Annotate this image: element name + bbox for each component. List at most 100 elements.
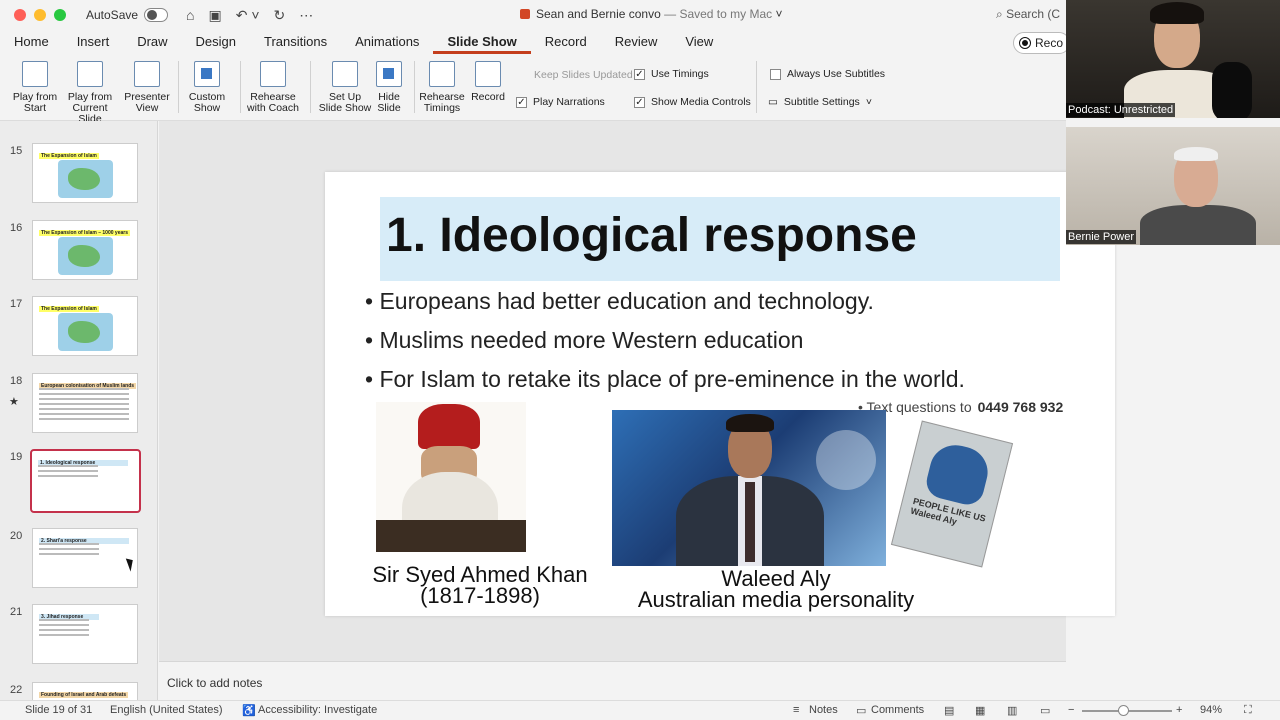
slide-thumbnail[interactable]: 3. Jihad response [32, 604, 138, 664]
thumbnail-title: The Expansion of Islam [39, 306, 99, 312]
slide-thumbnail-selected[interactable]: 1. Ideological response [30, 449, 141, 513]
slide-thumbnail[interactable]: The Expansion of Islam – 1000 years [32, 220, 138, 280]
presenter-view-label: Presenter View [124, 91, 170, 114]
slide-show-icon[interactable]: ▭ [1040, 704, 1050, 717]
tab-transitions[interactable]: Transitions [250, 30, 341, 54]
slide-number: 19 [10, 451, 23, 463]
rehearse-with-coach-label: Rehearse with Coach [247, 91, 299, 114]
notes-pane[interactable]: Click to add notes [159, 661, 1066, 700]
slide-sorter-icon[interactable]: ▦ [975, 704, 985, 717]
text-lines [39, 543, 99, 558]
bullet-item: • For Islam to retake its place of pre-e… [365, 366, 965, 392]
portrait-image-syed-ahmed-khan[interactable] [376, 402, 526, 552]
tab-insert[interactable]: Insert [63, 30, 124, 54]
coach-icon [260, 61, 286, 87]
undo-icon[interactable]: ↶ ˅ [236, 7, 260, 24]
zoom-out-icon[interactable]: − [1068, 704, 1074, 716]
comments-toggle[interactable]: Comments [871, 704, 924, 716]
notes-toggle[interactable]: Notes [809, 704, 838, 716]
quick-access-toolbar: ⌂ ▣ ↶ ˅ ↻ ⋯ [186, 7, 313, 24]
more-icon[interactable]: ⋯ [299, 7, 313, 24]
set-up-slide-show-button[interactable]: Set Up Slide Show [318, 61, 372, 114]
play-narrations-checkbox[interactable]: ✓ Play Narrations [516, 96, 605, 108]
reading-view-icon[interactable]: ▥ [1007, 704, 1017, 717]
autosave-label: AutoSave [86, 8, 139, 22]
tie-shape [745, 482, 755, 562]
slide-thumbnail[interactable]: The Expansion of Islam [32, 296, 138, 356]
close-window-button[interactable] [14, 9, 26, 21]
tab-animations[interactable]: Animations [341, 30, 433, 54]
hair-shape [1174, 147, 1218, 161]
checkmark-icon: ✓ [634, 96, 645, 108]
document-title[interactable]: Sean and Bernie convo — Saved to my Mac … [520, 7, 783, 21]
play-from-current-label: Play from Current Slide [67, 91, 113, 125]
tab-slide-show[interactable]: Slide Show [433, 30, 531, 54]
tab-draw[interactable]: Draw [123, 30, 181, 54]
bullet-list[interactable]: • Europeans had better education and tec… [365, 286, 1105, 403]
photo-waleed-aly[interactable] [612, 410, 886, 566]
zoom-in-icon[interactable]: + [1176, 704, 1182, 716]
presenter-icon [134, 61, 160, 87]
rehearse-timings-button[interactable]: Rehearse Timings [418, 61, 466, 114]
home-icon[interactable]: ⌂ [186, 7, 194, 24]
search-box[interactable]: ⌕ Search (C [996, 7, 1060, 22]
current-slide[interactable]: 1. Ideological response • Europeans had … [325, 172, 1115, 616]
autosave-control[interactable]: AutoSave [86, 8, 169, 22]
zoom-window-button[interactable] [54, 9, 66, 21]
zoom-slider-knob[interactable] [1118, 705, 1129, 716]
tab-home[interactable]: Home [0, 30, 63, 54]
record-ribbon-button[interactable]: Record [468, 61, 508, 103]
book-cover-text: PEOPLE LIKE US Waleed Aly [909, 495, 987, 527]
autosave-toggle[interactable] [144, 8, 169, 22]
slide-title[interactable]: 1. Ideological response [386, 208, 917, 263]
keep-slides-updated-checkbox: Keep Slides Updated [534, 69, 633, 81]
normal-view-icon[interactable]: ▤ [944, 704, 954, 717]
tab-design[interactable]: Design [182, 30, 250, 54]
play-from-current-button[interactable]: Play from Current Slide [60, 61, 120, 125]
presenter-view-button[interactable]: Presenter View [122, 61, 172, 114]
subtitle-settings-dropdown[interactable]: ▭ Subtitle Settings ˅ [768, 96, 872, 108]
map-image [58, 237, 113, 275]
tab-view[interactable]: View [671, 30, 727, 54]
book-cover-image[interactable]: PEOPLE LIKE US Waleed Aly [890, 420, 1014, 568]
participant-label: Podcast: Unrestricted [1066, 103, 1176, 117]
slide-thumbnail[interactable]: 2. Shari'a response [32, 528, 138, 588]
record-button[interactable]: Reco [1013, 32, 1071, 54]
language-indicator[interactable]: English (United States) [110, 704, 223, 716]
always-use-subtitles-checkbox[interactable]: Always Use Subtitles [770, 68, 885, 80]
minimize-window-button[interactable] [34, 9, 46, 21]
tab-review[interactable]: Review [601, 30, 672, 54]
video-tile-bernie: Bernie Power [1066, 127, 1280, 245]
slide-thumbnail[interactable]: The Expansion of Islam [32, 143, 138, 203]
play-from-start-label: Play from Start [12, 91, 58, 114]
participant-label: Bernie Power [1066, 230, 1137, 244]
video-tile-podcast: Podcast: Unrestricted [1066, 0, 1280, 118]
hide-slide-icon [376, 61, 402, 87]
show-media-controls-checkbox[interactable]: ✓ Show Media Controls [634, 96, 751, 108]
slide-thumbnail-pane[interactable]: 15 The Expansion of Islam 16 The Expansi… [0, 121, 158, 700]
bullet-item: • Europeans had better education and tec… [365, 288, 874, 314]
save-icon[interactable]: ▣ [209, 7, 222, 24]
redo-icon[interactable]: ↻ [274, 7, 286, 24]
hide-slide-button[interactable]: Hide Slide [372, 61, 406, 114]
rehearse-with-coach-button[interactable]: Rehearse with Coach [244, 61, 302, 114]
slide-thumbnail[interactable]: European colonisation of Muslim lands [32, 373, 138, 433]
custom-show-button[interactable]: Custom Show [184, 61, 230, 114]
use-timings-checkbox[interactable]: ✓ Use Timings [634, 68, 709, 80]
play-from-start-button[interactable]: Play from Start [10, 61, 60, 114]
rehearse-timings-label: Rehearse Timings [419, 91, 465, 114]
search-icon: ⌕ [996, 7, 1003, 21]
ribbon-divider [240, 61, 241, 113]
custom-show-label: Custom Show [188, 91, 226, 114]
status-bar: Slide 19 of 31 English (United States) ♿… [0, 700, 1280, 720]
accessibility-status[interactable]: Accessibility: Investigate [258, 704, 377, 716]
slide-number: 17 [10, 298, 23, 310]
tab-record[interactable]: Record [531, 30, 601, 54]
notes-placeholder[interactable]: Click to add notes [167, 676, 262, 690]
fit-to-window-icon[interactable]: ⛶ [1244, 704, 1252, 717]
slide-thumbnail[interactable]: Founding of Israel and Arab defeats [32, 682, 138, 700]
zoom-level[interactable]: 94% [1200, 704, 1222, 716]
record-button-label: Reco [1035, 36, 1064, 50]
studio-light [816, 430, 876, 490]
hide-slide-label: Hide Slide [377, 91, 401, 114]
